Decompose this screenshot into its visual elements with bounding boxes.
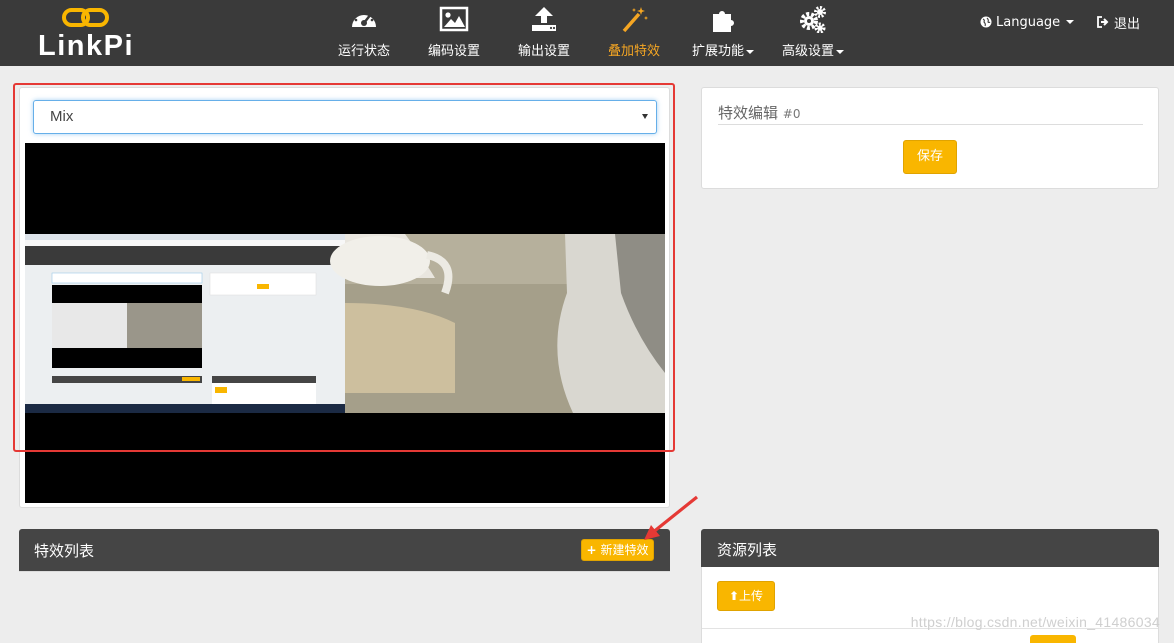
- resource-list-panel: ⬆上传: [701, 567, 1159, 643]
- effect-list-panel: 特效列表 + 新建特效: [19, 529, 670, 572]
- logout-button[interactable]: 退出: [1097, 13, 1141, 32]
- plus-icon: +: [586, 543, 597, 557]
- mix-select-value: Mix: [50, 108, 74, 125]
- nav-label: 高级设置: [776, 40, 850, 59]
- nav-label: 叠加特效: [607, 44, 660, 59]
- effect-edit-title: 特效编辑 #0: [718, 104, 801, 122]
- gears-icon: [800, 6, 826, 33]
- brand-name: LinkPi: [37, 30, 134, 62]
- resource-list-header: 资源列表: [701, 529, 1159, 567]
- nav-item-overlay-effects[interactable]: 叠加特效: [600, 0, 668, 66]
- nav-label: 编码设置: [427, 44, 480, 59]
- caret-down-icon: [746, 49, 754, 54]
- caret-down-icon: [836, 49, 844, 54]
- logout-icon: [1097, 16, 1109, 28]
- upload-label: 上传: [739, 589, 764, 603]
- mix-select[interactable]: Mix: [33, 100, 657, 134]
- nav-item-output[interactable]: 输出设置: [510, 0, 578, 66]
- save-button[interactable]: 保存: [903, 140, 957, 174]
- nav-label: 输出设置: [517, 44, 570, 59]
- link-chain-icon: [62, 8, 109, 27]
- nav-label: 运行状态: [337, 44, 390, 59]
- image-icon: [439, 6, 469, 32]
- globe-icon: [980, 16, 992, 28]
- preview-frame: [25, 234, 665, 413]
- language-label: Language: [996, 14, 1061, 30]
- logout-label: 退出: [1114, 16, 1141, 32]
- dashboard-gauge-icon: [352, 10, 376, 27]
- watermark-text: https://blog.csdn.net/weixin_41486034: [910, 614, 1160, 630]
- brand-logo[interactable]: LinkPi: [36, 4, 136, 62]
- top-navbar: LinkPi 运行状态 编码设置 输出设置 叠加特效 扩展功能 高级设置 Lan…: [0, 0, 1174, 66]
- resource-row-button[interactable]: [1030, 635, 1076, 643]
- nav-item-status[interactable]: 运行状态: [330, 0, 398, 66]
- magic-wand-icon: [622, 7, 648, 33]
- caret-down-icon: [1066, 20, 1075, 24]
- divider: [718, 124, 1143, 125]
- upload-icon: [532, 7, 556, 31]
- select-caret-icon: [642, 114, 648, 119]
- video-preview: [25, 143, 665, 503]
- puzzle-icon: [713, 11, 734, 32]
- language-dropdown[interactable]: Language: [980, 13, 1075, 31]
- nav-item-encode[interactable]: 编码设置: [420, 0, 488, 66]
- effect-id: #0: [782, 107, 801, 121]
- upload-button[interactable]: ⬆上传: [717, 581, 775, 611]
- nav-label: 扩展功能: [686, 40, 760, 59]
- nav-item-extensions[interactable]: 扩展功能: [686, 0, 760, 66]
- divider: [19, 571, 670, 572]
- effect-list-title: 特效列表: [34, 542, 95, 560]
- resource-list-title: 资源列表: [717, 541, 778, 559]
- effect-edit-panel: 特效编辑 #0 保存: [701, 87, 1159, 189]
- nav-item-advanced[interactable]: 高级设置: [776, 0, 850, 66]
- annotation-arrow-icon: [644, 495, 698, 540]
- new-effect-label: 新建特效: [600, 543, 649, 557]
- upload-icon: ⬆: [728, 589, 740, 603]
